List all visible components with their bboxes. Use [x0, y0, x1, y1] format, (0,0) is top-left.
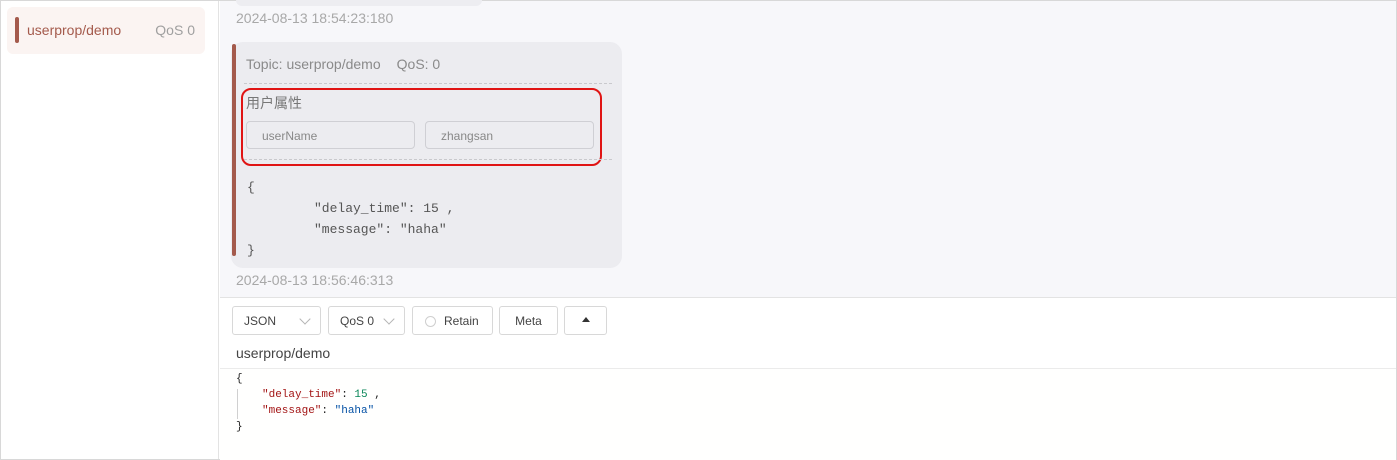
- previous-message-bubble: [236, 0, 482, 6]
- retain-label: Retain: [444, 314, 479, 328]
- publish-topic-input[interactable]: userprop/demo: [236, 345, 330, 361]
- editor-line: }: [236, 421, 243, 433]
- qos-select[interactable]: QoS 0: [328, 306, 405, 335]
- subscription-item[interactable]: userprop/demo QoS 0: [7, 7, 205, 54]
- payload-line: {: [247, 180, 255, 195]
- payload-editor[interactable]: { "delay_time": 15 , "message": "haha" }: [220, 368, 1396, 460]
- payload-line: "delay_time": 15 ,: [314, 201, 455, 216]
- expand-button[interactable]: [564, 306, 607, 335]
- message-timestamp: 2024-08-13 18:56:46:313: [236, 272, 394, 288]
- meta-button[interactable]: Meta: [499, 306, 558, 335]
- message-color-bar: [232, 44, 236, 256]
- editor-line: "delay_time": 15 ,: [262, 389, 381, 401]
- retain-toggle[interactable]: Retain: [412, 306, 493, 335]
- payload-line: "message": "haha": [314, 222, 447, 237]
- highlight-box: [241, 88, 602, 166]
- qos-value: QoS 0: [340, 314, 375, 328]
- divider: [244, 83, 612, 84]
- subscription-qos: QoS 0: [155, 22, 195, 38]
- editor-line: "message": "haha": [262, 405, 375, 417]
- chevron-down-icon: [299, 313, 311, 325]
- editor-line: {: [236, 373, 243, 385]
- subscription-sidebar: userprop/demo QoS 0: [1, 1, 219, 459]
- message-qos: QoS: 0: [396, 56, 441, 72]
- message-payload: { "delay_time": 15 , "message": "haha" }: [247, 177, 454, 261]
- chevron-down-icon: [383, 313, 395, 325]
- publish-panel: JSON QoS 0 Retain Meta userprop/demo { "…: [220, 297, 1396, 460]
- message-topic: Topic: userprop/demo: [246, 56, 381, 72]
- message-bubble[interactable]: Topic: userprop/demo QoS: 0 用户属性 userName…: [231, 42, 622, 268]
- subscription-color-bar: [15, 17, 19, 43]
- message-list: 2024-08-13 18:54:23:180 Topic: userprop/…: [220, 0, 1396, 297]
- payload-format-value: JSON: [244, 314, 277, 328]
- message-timestamp: 2024-08-13 18:54:23:180: [236, 10, 394, 26]
- radio-icon: [425, 316, 436, 327]
- message-meta: Topic: userprop/demo QoS: 0: [246, 56, 440, 72]
- caret-up-icon: [582, 317, 590, 322]
- subscription-topic: userprop/demo: [27, 22, 122, 38]
- payload-line: }: [247, 243, 255, 258]
- indent-guide: [237, 389, 238, 419]
- divider: [244, 159, 612, 160]
- payload-format-select[interactable]: JSON: [232, 306, 321, 335]
